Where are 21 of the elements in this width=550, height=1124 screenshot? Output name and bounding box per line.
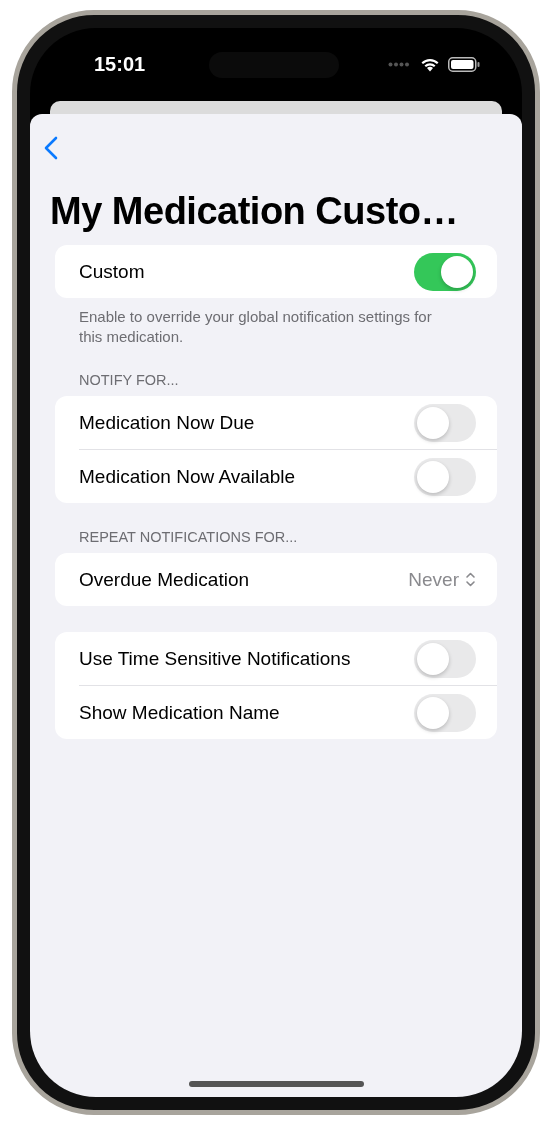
section-header: REPEAT NOTIFICATIONS FOR... [78,529,299,547]
toggle-switch[interactable] [414,252,476,291]
wifi-icon [420,57,440,72]
toggle-switch[interactable] [414,693,476,732]
toggle-switch[interactable] [414,457,476,496]
row-label: Custom [79,260,145,283]
up-down-chevron-icon [465,571,476,588]
row-label: Use Time Sensitive Notifications [79,647,351,670]
row-label: Medication Now Available [79,465,296,488]
status-time: 15:01 [94,53,147,76]
signal-dots-icon [388,62,410,67]
row-label: Show Medication Name [79,701,280,724]
row-label: Overdue Medication [79,568,250,591]
section-footer: Enable to override your global notification settings for this medication. [55,298,497,346]
picker-button[interactable]: Never [408,568,476,591]
toggle-switch[interactable] [414,403,476,442]
toggle-switch[interactable] [414,639,476,678]
battery-icon [448,57,480,72]
page-title: My Medication Custo… [50,190,460,233]
row-label: Medication Now Due [79,411,255,434]
section-header: NOTIFY FOR... [78,372,180,390]
